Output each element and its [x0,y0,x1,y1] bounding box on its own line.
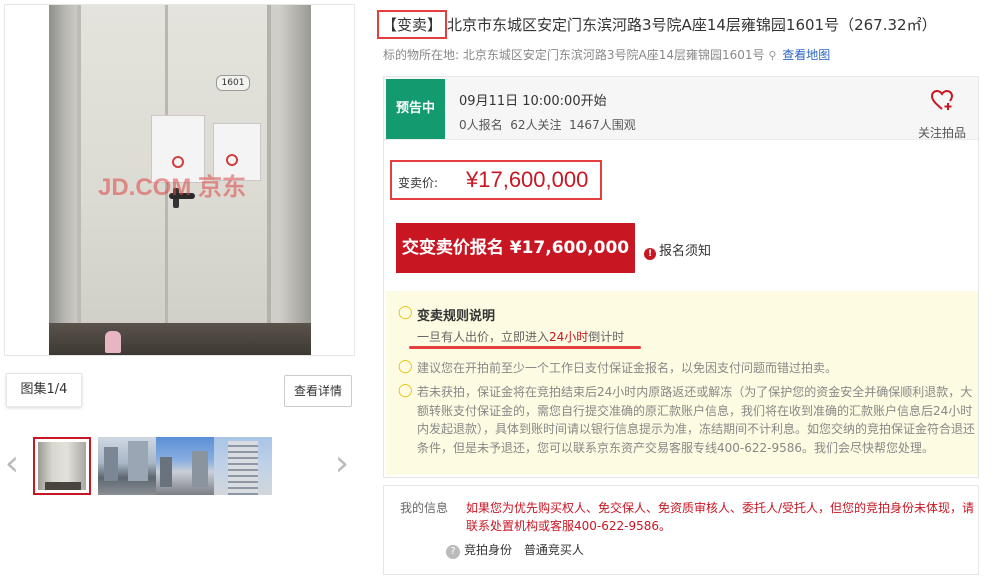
view-details-button[interactable]: 查看详情 [284,375,352,407]
location-value: 北京东城区安定门东滨河路3号院A座14层雍锦园1601号 [462,48,765,62]
chevron-right-icon[interactable]: › [332,446,352,486]
identity-value: 普通竞买人 [523,543,584,557]
question-icon: ? [446,545,460,559]
notice-link-label: 报名须知 [659,244,712,259]
my-info-section: 我的信息 如果您为优先购买权人、免交保人、免资质审核人、委托人/受托人，但您的竞… [383,485,979,575]
my-info-message: 如果您为优先购买权人、免交保人、免资质审核人、委托人/受托人，但您的竞拍身份未体… [466,501,975,533]
rules-section: ◯ 变卖规则说明 一旦有人出价，立即进入24小时倒计时 ◯ 建议您在开拍前至少一… [386,291,978,475]
countdown-highlight: 24小时 [549,330,589,344]
auction-stats: 0人报名 62人关注 1467人围观 [459,118,636,132]
follow-button[interactable]: 关注拍品 [912,89,972,141]
thumbnail-4[interactable] [214,437,272,495]
auction-info-panel: 预告中 09月11日 10:00:00开始 0人报名 62人关注 1467人围观… [383,76,979,478]
rules-underline [409,346,641,349]
rules-refund-text: 若未获拍，保证金将在竞拍结束后24小时内原路返还或解冻（为了保护您的资金安全并确… [417,385,976,455]
status-row: 预告中 09月11日 10:00:00开始 0人报名 62人关注 1467人围观… [384,77,978,140]
rules-tip: 建议您在开拍前至少一个工作日支付保证金报名，以免因支付问题而错过拍卖。 [417,361,838,375]
lot-title-text: 北京市东城区安定门东滨河路3号院A座14层雍锦园1601号（267.32㎡） [447,16,937,34]
identity-label: 竞拍身份 [464,543,513,557]
sale-type-tag: 【变卖】 [377,10,448,39]
main-photo[interactable]: 1601 JD.COM 京东 [4,4,355,356]
price-value: ¥17,600,000 [466,167,589,192]
start-time: 09月11日 10:00:00开始 [459,94,607,109]
door-number-plate: 1601 [216,75,250,91]
floor [49,323,311,355]
thumbnail-1[interactable] [33,437,91,495]
price-box: 变卖价: ¥17,600,000 [390,160,602,200]
registration-notice-link[interactable]: ! 报名须知 [644,240,711,260]
follow-label: 关注拍品 [917,126,966,140]
location-pin-icon: ⚲ [768,49,777,62]
lightbulb-icon: ◯ [398,359,413,374]
status-badge: 预告中 [386,79,445,139]
location-label: 标的物所在地: [383,48,460,62]
location-row: 标的物所在地: 北京东城区安定门东滨河路3号院A座14层雍锦园1601号 ⚲ 查… [383,46,830,63]
lightbulb-icon: ◯ [398,383,413,398]
view-map-link[interactable]: 查看地图 [782,48,830,62]
jd-watermark: JD.COM 京东 [98,174,247,201]
exclamation-icon: ! [644,248,656,260]
heart-plus-icon [912,89,972,116]
bid-identity[interactable]: ? 竞拍身份 普通竞买人 [446,541,584,559]
gallery-counter: 图集1/4 [6,373,82,407]
thumbnail-2[interactable] [98,437,156,495]
chevron-left-icon[interactable]: ‹ [2,446,22,486]
rules-title: 变卖规则说明 [417,309,496,324]
price-label: 变卖价: [398,176,439,190]
rules-main-text: 一旦有人出价，立即进入24小时倒计时 [417,330,625,344]
my-info-label: 我的信息 [400,501,449,515]
thumbnail-3[interactable] [156,437,214,495]
bid-register-button[interactable]: 交变卖价报名 ¥17,600,000 [396,223,635,273]
lot-title: 【变卖】 北京市东城区安定门东滨河路3号院A座14层雍锦园1601号（267.32… [377,10,1000,39]
door: 1601 [77,5,271,325]
lightbulb-icon: ◯ [398,305,413,320]
